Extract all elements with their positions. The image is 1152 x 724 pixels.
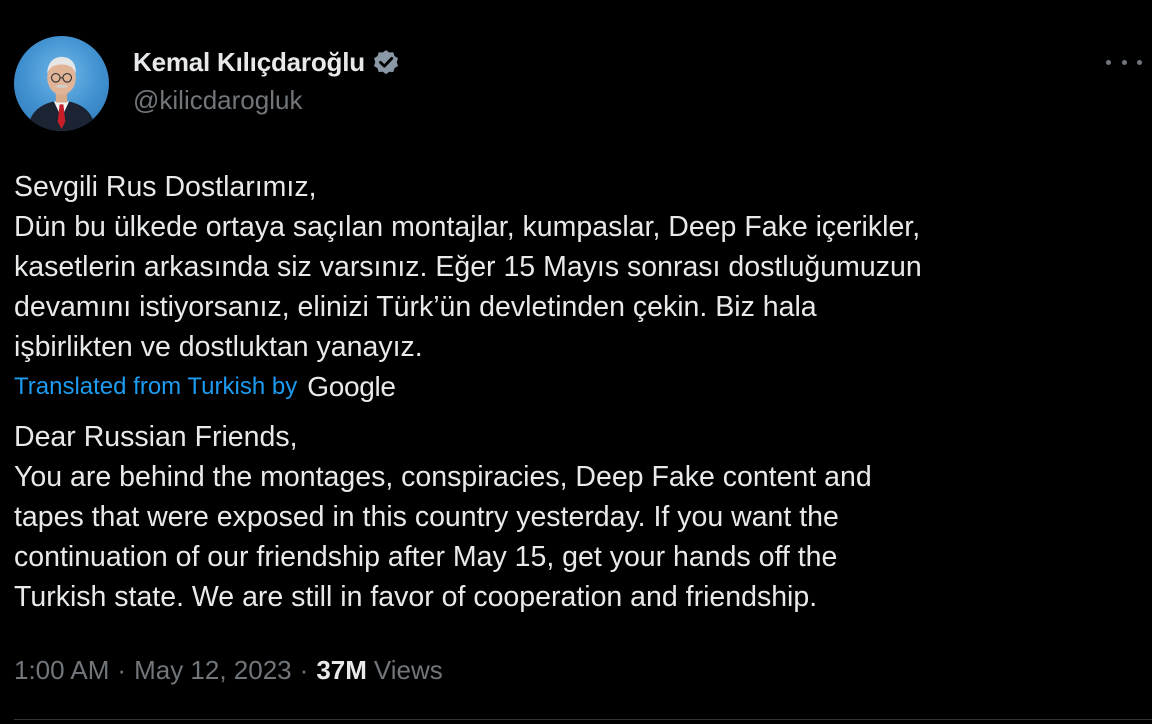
views-label: Views	[373, 654, 443, 685]
views-count[interactable]: 37M	[316, 655, 367, 686]
more-dot	[1106, 59, 1111, 65]
avatar[interactable]	[14, 36, 109, 131]
avatar-image	[27, 56, 96, 131]
tweet-text-line: işbirlikten ve dostluktan yanayız.	[14, 331, 423, 363]
more-dot	[1137, 59, 1142, 65]
tweet-metadata: 1:00 AM · May 12, 2023 · 37M Views	[14, 650, 443, 690]
translated-text-line: continuation of our friendship after May…	[14, 541, 838, 573]
tweet-date[interactable]: May 12, 2023	[134, 655, 292, 686]
translated-text-line: Turkish state. We are still in favor of …	[14, 581, 818, 613]
tweet-text-line: Sevgili Rus Dostlarımız,	[14, 171, 317, 203]
divider	[14, 719, 1152, 720]
translation-link[interactable]: Translated from Turkish by	[14, 373, 297, 401]
translated-text-line: Dear Russian Friends,	[14, 421, 298, 453]
tweet-time[interactable]: 1:00 AM	[14, 655, 109, 686]
more-dot	[1121, 59, 1127, 65]
tweet-translated-text: Dear Russian Friends, You are behind the…	[14, 417, 1134, 617]
meta-separator: ·	[117, 654, 127, 685]
translated-text-line: tapes that were exposed in this country …	[14, 501, 839, 533]
tweet: Kemal Kılıçdaroğlu @kilicdarogluk Sevgil…	[0, 0, 1152, 724]
author-name-row: Kemal Kılıçdaroğlu	[133, 44, 401, 80]
google-logo: Google	[307, 371, 396, 402]
more-horizontal-icon[interactable]	[1106, 50, 1142, 74]
translated-text-line: You are behind the montages, conspiracie…	[14, 461, 872, 493]
verified-badge-icon[interactable]	[371, 47, 401, 77]
meta-separator: ·	[299, 654, 309, 685]
author-handle[interactable]: @kilicdarogluk	[133, 85, 302, 116]
translation-attribution: Translated from Turkish by Google	[14, 370, 396, 404]
author-display-name[interactable]: Kemal Kılıçdaroğlu	[133, 47, 365, 78]
tweet-original-text: Sevgili Rus Dostlarımız, Dün bu ülkede o…	[14, 167, 1134, 367]
tweet-text-line: devamını istiyorsanız, elinizi Türk’ün d…	[14, 291, 817, 323]
tweet-text-line: Dün bu ülkede ortaya saçılan montajlar, …	[14, 211, 921, 243]
tweet-text-line: kasetlerin arkasında siz varsınız. Eğer …	[14, 251, 922, 283]
